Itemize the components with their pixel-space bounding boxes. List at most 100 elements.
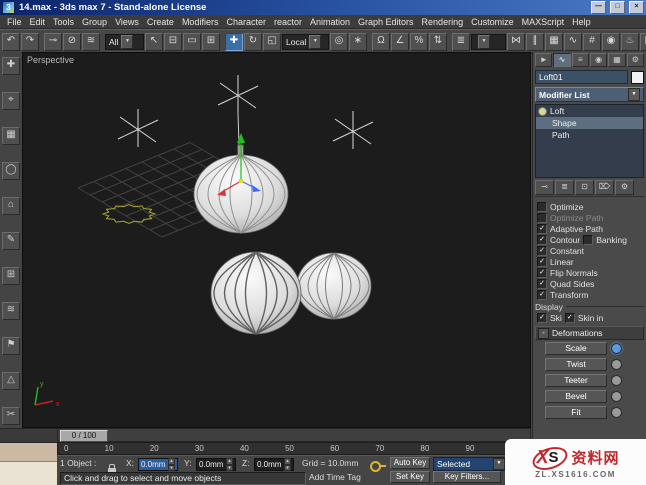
- object-name-field[interactable]: Loft01: [535, 70, 628, 84]
- light-toggle-icon[interactable]: [611, 358, 622, 370]
- menu-item-graph-editors[interactable]: Graph Editors: [354, 17, 418, 27]
- left-tool-icon-3[interactable]: ▦: [2, 127, 20, 145]
- loft-object-front[interactable]: [210, 251, 302, 335]
- align-icon[interactable]: ∥: [526, 32, 544, 51]
- checkbox-checked-icon[interactable]: ✓: [537, 289, 547, 300]
- x-coordinate-field[interactable]: 0.0mm ▴ ▾: [138, 458, 178, 471]
- left-tool-icon-2[interactable]: ⌖: [2, 92, 20, 110]
- maximize-button[interactable]: □: [610, 1, 625, 14]
- light-toggle-icon[interactable]: [611, 374, 622, 386]
- modifier-stack[interactable]: Loft Shape Path: [535, 104, 644, 178]
- checkbox-checked-icon[interactable]: ✓: [537, 256, 547, 267]
- checkbox[interactable]: [537, 212, 547, 223]
- checkbox-checked-icon[interactable]: ✓: [537, 234, 547, 245]
- named-selection-sets-icon[interactable]: ≣: [452, 32, 470, 51]
- left-tool-icon-5[interactable]: ⌂: [2, 197, 20, 215]
- stack-item-loft[interactable]: Loft: [536, 105, 643, 117]
- set-key-button[interactable]: Set Key: [390, 471, 430, 483]
- deformations-rollout-header[interactable]: - Deformations: [535, 326, 644, 340]
- checkbox-checked-icon[interactable]: ✓: [537, 312, 547, 323]
- checkbox-checked-icon[interactable]: ✓: [537, 245, 547, 256]
- minimize-button[interactable]: —: [591, 1, 606, 14]
- left-tool-icon-10[interactable]: △: [2, 372, 20, 390]
- use-pivot-center-icon[interactable]: ◎: [330, 32, 348, 51]
- checkbox-checked-icon[interactable]: ✓: [564, 312, 575, 323]
- light-toggle-icon[interactable]: [611, 406, 622, 418]
- light-toggle-icon[interactable]: [611, 390, 622, 402]
- undo-icon[interactable]: ↶: [2, 32, 20, 51]
- auto-key-button[interactable]: Auto Key: [390, 457, 430, 469]
- loft-object-right[interactable]: [296, 252, 372, 320]
- make-unique-icon[interactable]: ⊡: [575, 180, 594, 195]
- unlink-selection-icon[interactable]: ⊘: [63, 32, 81, 51]
- tab-motion-icon[interactable]: ◉: [589, 53, 608, 67]
- configure-stack-icon[interactable]: ⚙: [615, 180, 634, 195]
- time-slider[interactable]: 0 / 100: [60, 430, 108, 442]
- track-bar[interactable]: 0 10 20 30 40 50 60 70 80 90 100: [57, 442, 531, 455]
- perspective-viewport[interactable]: Perspective x y: [22, 52, 531, 428]
- mirror-icon[interactable]: ⋈: [507, 32, 525, 51]
- curve-editor-icon[interactable]: ∿: [564, 32, 582, 51]
- menu-item-help[interactable]: Help: [568, 17, 595, 27]
- left-tool-icon-11[interactable]: ✂: [2, 407, 20, 425]
- layer-manager-icon[interactable]: ▦: [545, 32, 563, 51]
- bevel-deformation-button[interactable]: Bevel: [545, 389, 607, 403]
- percent-snap-icon[interactable]: %: [410, 32, 428, 51]
- reference-coordinate-dropdown[interactable]: Local ▼: [282, 33, 329, 50]
- menu-item-animation[interactable]: Animation: [306, 17, 354, 27]
- checkbox[interactable]: [583, 234, 594, 245]
- named-selection-dropdown[interactable]: ▼: [471, 33, 506, 50]
- snap-toggle-icon[interactable]: Ω: [372, 32, 390, 51]
- left-tool-icon-7[interactable]: ⊞: [2, 267, 20, 285]
- spinner-icon[interactable]: ▴ ▾: [168, 458, 175, 471]
- selection-filter-dropdown[interactable]: All ▼: [105, 33, 144, 50]
- left-tool-icon-1[interactable]: ✚: [2, 57, 20, 75]
- select-and-rotate-icon[interactable]: ↻: [244, 32, 262, 51]
- scale-deformation-button[interactable]: Scale: [545, 341, 607, 355]
- add-time-tag[interactable]: Add Time Tag: [309, 471, 361, 484]
- y-coordinate-field[interactable]: 0.0mm ▴ ▾: [196, 458, 236, 471]
- left-tool-icon-9[interactable]: ⚑: [2, 337, 20, 355]
- set-key-icon[interactable]: [370, 459, 386, 477]
- menu-item-views[interactable]: Views: [111, 17, 143, 27]
- stack-item-shape[interactable]: Shape: [536, 117, 643, 129]
- left-tool-icon-4[interactable]: ◯: [2, 162, 20, 180]
- left-tool-icon-8[interactable]: ≋: [2, 302, 20, 320]
- viewport-label[interactable]: Perspective: [27, 55, 74, 65]
- select-and-manipulate-icon[interactable]: ∗: [349, 32, 367, 51]
- select-and-scale-icon[interactable]: ◱: [263, 32, 281, 51]
- fit-deformation-button[interactable]: Fit: [545, 405, 607, 419]
- key-selection-dropdown[interactable]: Selected ▼: [433, 457, 506, 471]
- tab-hierarchy-icon[interactable]: ≡: [571, 53, 589, 67]
- menu-item-edit[interactable]: Edit: [26, 17, 50, 27]
- checkbox-checked-icon[interactable]: ✓: [537, 278, 547, 289]
- bulb-icon[interactable]: [538, 106, 547, 116]
- checkbox-checked-icon[interactable]: ✓: [537, 223, 547, 234]
- menu-item-file[interactable]: File: [3, 17, 26, 27]
- left-tool-icon-6[interactable]: ✎: [2, 232, 20, 250]
- menu-item-tools[interactable]: Tools: [49, 17, 78, 27]
- z-coordinate-field[interactable]: 0.0mm ▴ ▾: [254, 458, 294, 471]
- menu-item-create[interactable]: Create: [143, 17, 178, 27]
- show-end-result-icon[interactable]: ≣: [555, 180, 574, 195]
- close-button[interactable]: ×: [629, 1, 644, 14]
- redo-icon[interactable]: ↷: [21, 32, 39, 51]
- menu-item-modifiers[interactable]: Modifiers: [178, 17, 223, 27]
- menu-item-customize[interactable]: Customize: [467, 17, 518, 27]
- menu-item-character[interactable]: Character: [222, 17, 270, 27]
- bind-to-spacewarp-icon[interactable]: ≋: [82, 32, 100, 51]
- modifier-list-dropdown[interactable]: Modifier List ▼: [535, 87, 644, 102]
- select-object-icon[interactable]: ↖: [145, 32, 163, 51]
- pin-stack-icon[interactable]: ⊸: [535, 180, 554, 195]
- light-toggle-icon[interactable]: [611, 342, 622, 354]
- object-color-swatch[interactable]: [631, 70, 644, 84]
- tab-display-icon[interactable]: ▦: [608, 53, 626, 67]
- angle-snap-icon[interactable]: ∠: [391, 32, 409, 51]
- key-filters-button[interactable]: Key Filters...: [433, 471, 501, 483]
- mini-listener-script-row[interactable]: [0, 462, 57, 485]
- spinner-snap-icon[interactable]: ⇅: [429, 32, 447, 51]
- render-type-icon[interactable]: ▣: [640, 32, 646, 51]
- material-editor-icon[interactable]: ◉: [602, 32, 620, 51]
- twist-deformation-button[interactable]: Twist: [545, 357, 607, 371]
- tab-utilities-icon[interactable]: ⚙: [626, 53, 644, 67]
